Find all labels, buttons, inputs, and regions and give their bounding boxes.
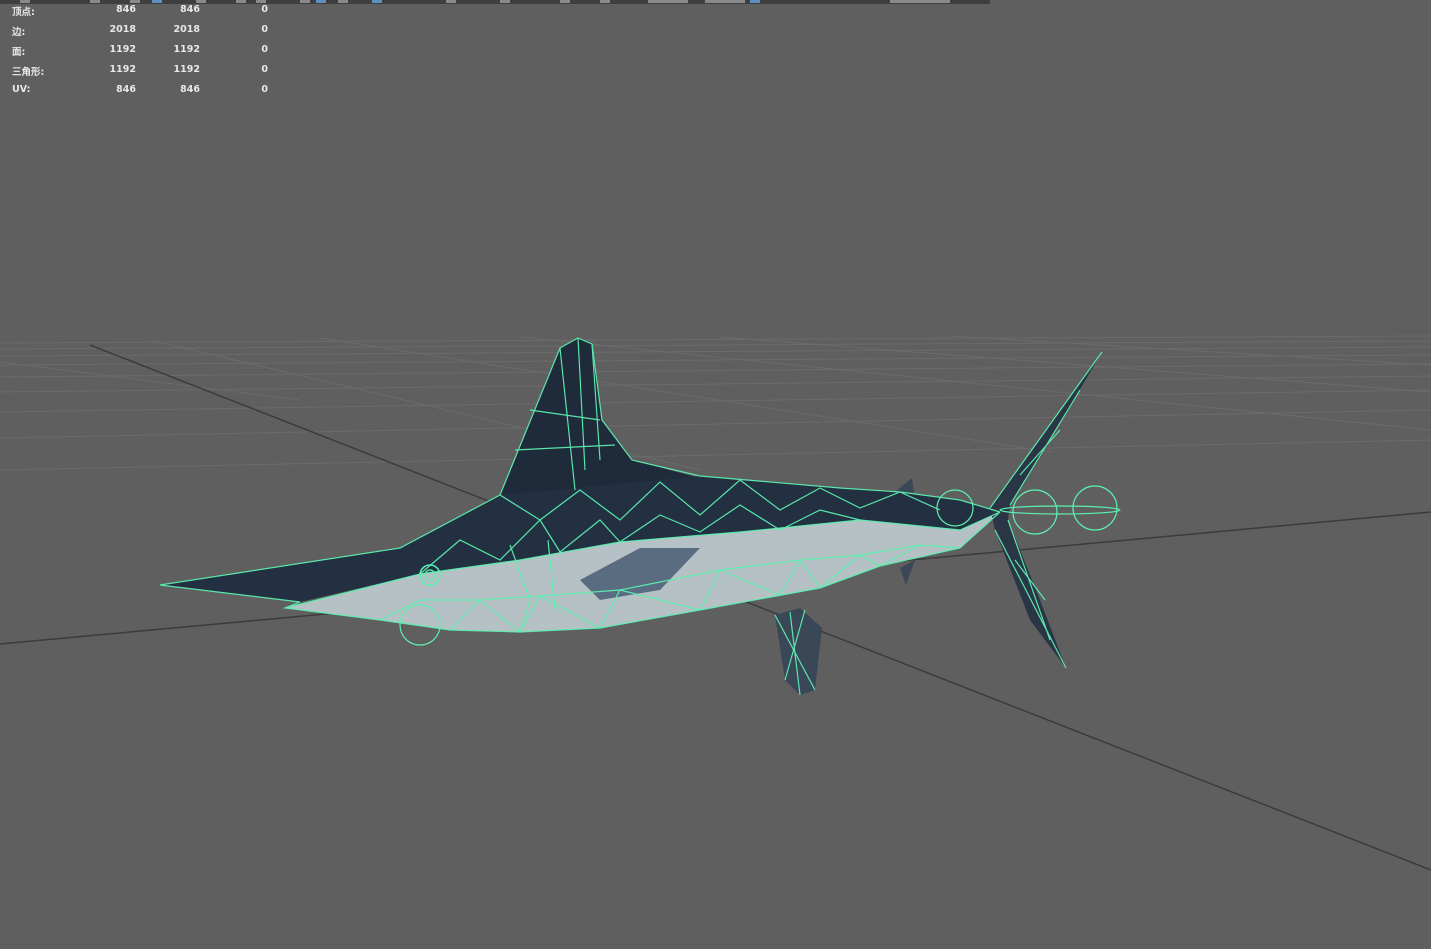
finlet xyxy=(900,560,915,585)
dorsal-fin xyxy=(500,338,840,500)
marlin-model[interactable] xyxy=(159,337,1121,696)
ground-grid xyxy=(0,335,1431,471)
scene-canvas[interactable] xyxy=(0,0,1431,949)
3d-viewport[interactable]: 顶点: 846 846 0 边: 2018 2018 0 面: 1192 119… xyxy=(0,0,1431,949)
tail-fin xyxy=(990,352,1102,668)
